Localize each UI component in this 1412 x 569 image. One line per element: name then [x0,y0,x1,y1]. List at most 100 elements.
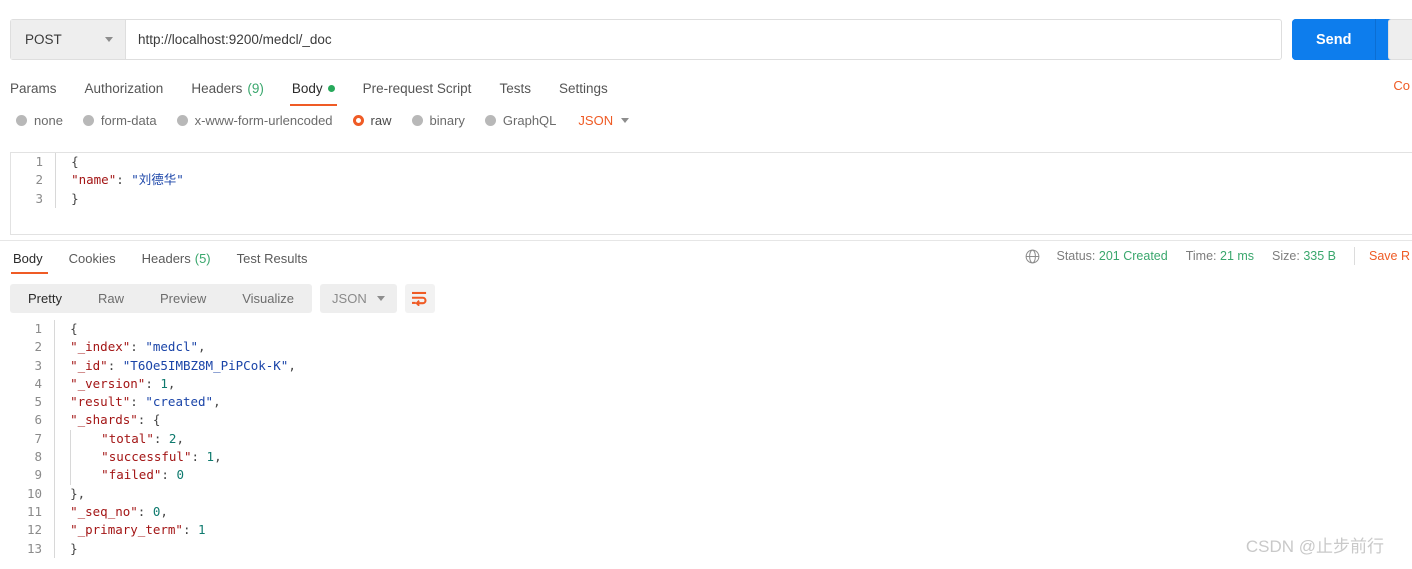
code-token: "medcl" [145,339,199,355]
body-type-label: form-data [100,113,157,128]
chevron-down-icon [376,296,385,301]
code-text: "_shards": { [70,411,160,429]
line-number: 2 [34,339,42,355]
request-body-editor[interactable]: 1 {2 "name": "刘德华" 3 } [10,152,1412,235]
view-mode-visualize[interactable]: Visualize [224,284,312,313]
time-label: Time: [1185,249,1217,263]
cookies-link[interactable]: Co [1393,78,1410,93]
response-body-viewer[interactable]: 1 {2 "_index": "medcl", 3 "_id": "T6Oe5IM… [10,320,1412,569]
code-token: : [182,522,199,538]
code-line: 1 { [11,153,1412,172]
tab-label: Headers [141,250,191,266]
radio-icon [411,115,423,126]
response-format-label: JSON [332,291,367,306]
request-tabs: Params Authorization Headers (9) Body Pr… [10,74,622,106]
send-button[interactable]: Send [1292,19,1376,60]
radio-icon [82,115,94,126]
tab-authorization[interactable]: Authorization [71,74,178,102]
request-url-input[interactable] [126,20,1281,59]
body-type-binary[interactable]: binary [411,113,465,128]
code-token: : [137,412,153,428]
body-type-urlencoded[interactable]: x-www-form-urlencoded [176,113,333,128]
response-view-modes: Pretty Raw Preview Visualize [10,284,313,313]
body-type-none[interactable]: none [16,113,63,128]
code-token: , [167,375,176,391]
response-tab-body[interactable]: Body [8,246,56,274]
raw-format-select[interactable]: JSON [578,113,630,128]
globe-icon[interactable] [1024,248,1041,265]
response-body-code[interactable]: 1 {2 "_index": "medcl", 3 "_id": "T6Oe5IM… [10,320,1412,558]
code-text: "_version": 1, [70,375,175,393]
raw-format-label: JSON [578,113,614,128]
view-mode-raw[interactable]: Raw [80,284,142,313]
status-value: 201 Created [1098,249,1168,263]
code-token: : [107,357,123,373]
code-line: 12 "_primary_term": 1 [10,521,1412,540]
view-mode-pretty[interactable]: Pretty [10,284,80,313]
code-token: , [160,503,168,519]
http-method-select[interactable]: POST [11,20,126,59]
line-number: 6 [34,412,42,428]
http-method-label: POST [25,32,62,47]
code-token: "_id" [70,357,108,373]
code-token: "T6Oe5IMBZ8M_PiPCok-K" [122,357,289,373]
code-text: "total": 2, [101,430,184,448]
divider [1354,247,1355,265]
code-line: 13 } [10,539,1412,558]
tab-label: Headers [191,80,243,96]
line-number: 9 [34,467,42,483]
code-token: } [71,190,79,206]
line-number: 10 [26,485,42,501]
body-type-raw[interactable]: raw [352,113,392,128]
size-label: Size: [1272,249,1300,263]
code-token: "刘德华" [131,172,184,188]
body-modified-dot-icon [327,84,335,92]
tab-label: Settings [558,80,608,96]
view-mode-preview[interactable]: Preview [142,284,224,313]
line-number: 5 [34,394,42,410]
body-type-graphql[interactable]: GraphQL [484,113,556,128]
tab-body[interactable]: Body [278,74,349,106]
code-token: "name" [71,172,117,188]
save-request-button[interactable] [1388,19,1412,60]
code-line: 5 "result": "created", [10,393,1412,412]
request-body-code[interactable]: 1 {2 "name": "刘德华" 3 } [11,153,1412,208]
tab-tests[interactable]: Tests [485,74,545,102]
code-text: "result": "created", [70,393,221,411]
status-label: Status: [1056,249,1096,263]
response-tab-test-results[interactable]: Test Results [224,246,321,270]
code-token: : [145,375,161,391]
body-type-options: none form-data x-www-form-urlencoded raw… [16,113,630,128]
tab-headers[interactable]: Headers (9) [177,74,278,102]
tab-pre-request-script[interactable]: Pre-request Script [349,74,486,102]
body-type-label: binary [429,113,465,128]
code-token: 1 [198,522,206,538]
code-token: : [153,430,169,446]
response-headers-count: (5) [194,250,211,266]
tab-params[interactable]: Params [10,74,71,102]
code-line: 8 "successful": 1, [10,448,1412,467]
body-type-label: none [34,113,63,128]
chevron-down-icon [105,37,113,42]
response-tab-headers[interactable]: Headers (5) [129,246,224,270]
line-number: 3 [35,190,43,206]
tab-settings[interactable]: Settings [545,74,622,102]
save-response-link[interactable]: Save R [1369,249,1412,263]
body-type-form-data[interactable]: form-data [82,113,157,128]
response-format-select[interactable]: JSON [320,284,397,313]
tab-label: Body [291,80,323,96]
code-line: 10 }, [10,484,1412,503]
code-text: "successful": 1, [101,448,221,466]
wrap-lines-button[interactable] [404,284,435,313]
line-number: 4 [34,375,42,391]
code-token: } [70,485,78,501]
time-value: 21 ms [1220,249,1255,263]
response-tab-cookies[interactable]: Cookies [56,246,129,270]
